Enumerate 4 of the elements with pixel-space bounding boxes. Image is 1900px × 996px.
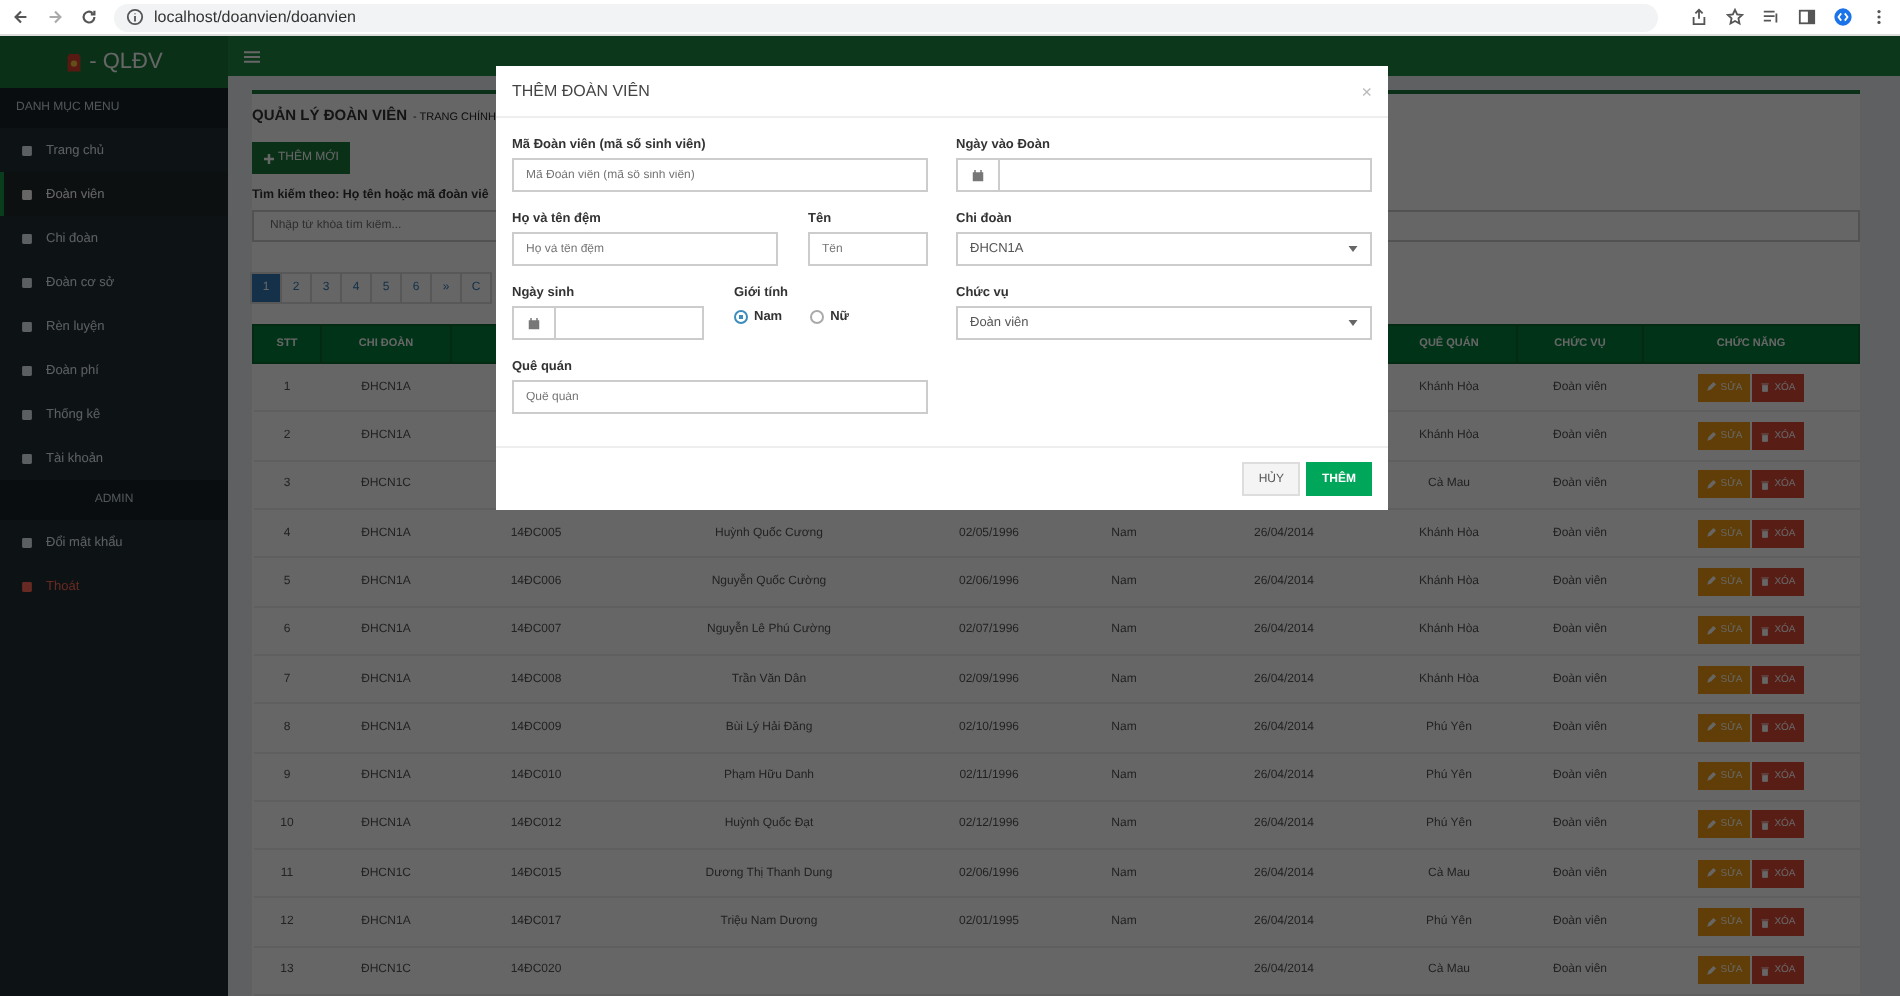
- brand-name: - QLĐV: [89, 50, 163, 74]
- address-bar[interactable]: localhost/doanvien/doanvien: [114, 3, 1658, 31]
- close-button[interactable]: ×: [1361, 81, 1372, 101]
- dialog-title: THÊM ĐOÀN VIÊN: [512, 82, 650, 100]
